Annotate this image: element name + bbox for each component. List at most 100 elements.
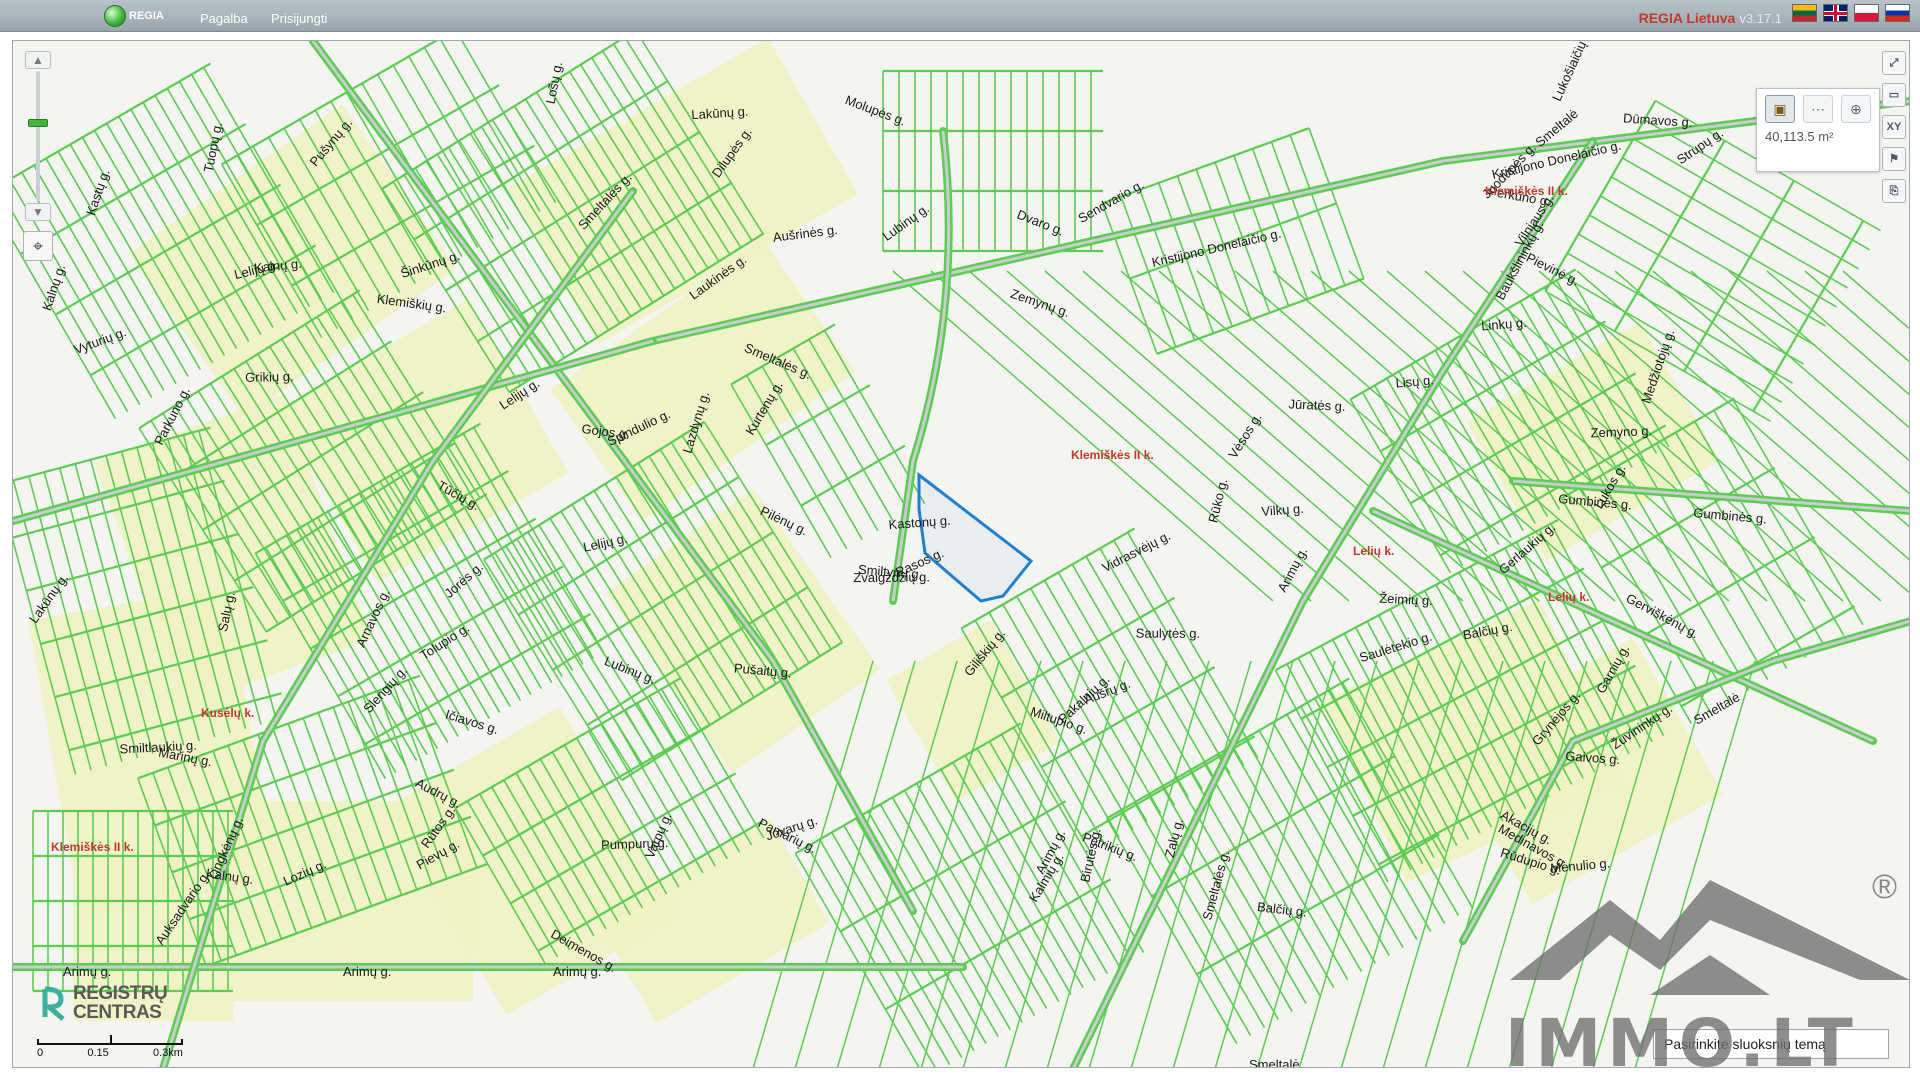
print-icon[interactable]: ▭ xyxy=(1882,83,1906,107)
field-line xyxy=(1728,270,1909,429)
street-label: Dūmavos g. xyxy=(1623,110,1693,130)
watermark-text: IMMO.LT xyxy=(1505,1005,1859,1082)
street-label: Sendvario g. xyxy=(1076,177,1147,226)
zoom-out-button[interactable]: ▼ xyxy=(25,203,51,221)
street-label: Pumpurų g. xyxy=(601,835,669,852)
parcel-line xyxy=(1683,180,1795,372)
lithuanian-flag-icon[interactable] xyxy=(1792,4,1817,22)
street-label: Rūko g. xyxy=(1205,477,1230,524)
village-label: Klemiškės II k. xyxy=(1485,184,1568,198)
locate-icon[interactable]: ⌖ xyxy=(23,231,53,261)
registru-line: REGISTRŲ xyxy=(73,983,168,1004)
distance-tool-icon[interactable]: ⋯ xyxy=(1803,95,1833,123)
language-switcher xyxy=(1792,4,1910,22)
parcel-line xyxy=(1071,564,1203,790)
polish-flag-icon[interactable] xyxy=(1854,4,1879,22)
scale-label-mid: 0.15 xyxy=(87,1047,109,1059)
parcel-line xyxy=(808,338,910,514)
zoom-in-button[interactable]: ▲ xyxy=(25,51,51,69)
scale-labels: 0 0.15 0.3km xyxy=(37,1047,183,1059)
street-label: Tuopų g. xyxy=(201,121,225,174)
parcel-line xyxy=(1752,220,1865,412)
parcel-line xyxy=(800,444,906,507)
street-label: Kristijono Donelaičio g. xyxy=(1150,226,1282,270)
street-label: Kalnų g. xyxy=(39,262,68,312)
parcel-line xyxy=(843,825,975,1051)
flag-icon[interactable]: ⚑ xyxy=(1882,147,1906,171)
zoom-slider[interactable] xyxy=(28,71,48,201)
app-title: REGIA Lietuva v3.17.1 xyxy=(1639,10,1782,26)
street-label: Žeimių g. xyxy=(1379,591,1433,608)
measure-panel: ▣ ⋯ ⊕ 40,113.5 m² xyxy=(1756,88,1880,172)
parcel-line xyxy=(423,46,526,222)
village-label: Lelių k. xyxy=(1548,590,1589,604)
scale-label-0: 0 xyxy=(37,1047,44,1059)
coordinates-icon[interactable]: XY xyxy=(1882,115,1906,139)
russian-flag-icon[interactable] xyxy=(1885,4,1910,22)
parcel-line xyxy=(1216,754,1349,980)
zoom-control: ▲ ▼ xyxy=(23,51,53,221)
english-flag-icon[interactable] xyxy=(1823,4,1848,22)
cadastral-map[interactable]: Kristijono Donelaičio g.Kristijono Donel… xyxy=(13,41,1910,1068)
parcel-line xyxy=(1113,540,1245,766)
street-label: Lubinų g. xyxy=(880,201,932,244)
field-line xyxy=(1690,270,1909,462)
street-label: Zemynų g. xyxy=(1009,286,1072,320)
parcel-line xyxy=(964,755,1096,981)
street-label: Grikių g. xyxy=(245,369,294,385)
regia-logo[interactable]: REGIA xyxy=(104,5,164,27)
parcel-line xyxy=(1694,421,1826,647)
right-toolbar: ⤢ ▭ XY ⚑ ⎘ xyxy=(1882,51,1908,203)
measured-area: 40,113.5 m² xyxy=(1765,129,1834,144)
street-label: Zemyno g. xyxy=(1590,423,1652,440)
village-label: Klemiškės II k. xyxy=(1071,448,1154,462)
point-tool-icon[interactable]: ⊕ xyxy=(1841,95,1871,123)
street-label: Zvaigždžių g. xyxy=(853,569,930,585)
link-icon[interactable]: ⎘ xyxy=(1882,179,1906,203)
regia-globe-icon xyxy=(104,5,126,27)
street-label: Arimų g. xyxy=(63,964,111,979)
street-label: Arimų g. xyxy=(1274,545,1310,595)
parcel-line xyxy=(952,762,1084,988)
village-label: Kusėlų k. xyxy=(201,706,254,720)
parcel-line xyxy=(867,811,999,1037)
street-label: Lukošiaičių g. xyxy=(1549,41,1595,103)
parcel-line xyxy=(806,846,939,1067)
area-tool-icon[interactable]: ▣ xyxy=(1765,95,1795,123)
login-link[interactable]: Prisijungti xyxy=(271,11,327,26)
app-title-text: REGIA Lietuva xyxy=(1638,10,1736,26)
village-label: Lelių k. xyxy=(1353,544,1394,558)
scale-label-end: 0.3km xyxy=(153,1047,183,1059)
parcel-line xyxy=(1398,370,1500,546)
registru-centras-mark-icon xyxy=(42,986,65,1021)
parcel-line xyxy=(818,839,951,1065)
parcel-line xyxy=(13,193,117,419)
parcel-line xyxy=(1099,548,1231,774)
zoom-slider-thumb[interactable] xyxy=(28,119,48,127)
parcel-line xyxy=(1085,556,1217,782)
parcel-line xyxy=(1611,176,1837,308)
parcel-line xyxy=(1622,157,1848,289)
street-label: Vilkų g. xyxy=(1261,501,1304,519)
street-label: Balčių g. xyxy=(1256,899,1307,920)
street-label: Vėsos g. xyxy=(1225,410,1264,461)
parcel-line xyxy=(1012,727,1145,953)
street-label: Gumbinės g. xyxy=(1693,505,1768,526)
fullscreen-icon[interactable]: ⤢ xyxy=(1882,51,1906,75)
street-label: Jūratės g. xyxy=(1288,396,1346,414)
selected-parcel-outline[interactable] xyxy=(917,471,1034,603)
parcel-line xyxy=(439,41,541,213)
parcel-line xyxy=(1196,833,1440,976)
street-label: Arimų g. xyxy=(553,964,601,979)
centras-line: CENTRAS xyxy=(73,1002,162,1023)
scale-bar: 0 0.15 0.3km xyxy=(37,1035,183,1059)
parcel-line xyxy=(1600,195,1826,327)
help-link[interactable]: Pagalba xyxy=(200,11,248,26)
measure-tools: ▣ ⋯ ⊕ xyxy=(1757,89,1879,125)
parcel-line xyxy=(1613,140,1726,332)
logo-text: REGIA xyxy=(129,10,164,22)
street-label: Arimų g. xyxy=(343,964,391,979)
parcel-line xyxy=(1126,532,1259,758)
map-viewport[interactable]: Kristijono Donelaičio g. Kristijono Donel… xyxy=(12,40,1910,1068)
registru-centras-text: REGISTRŲ CENTRAS xyxy=(73,983,168,1023)
